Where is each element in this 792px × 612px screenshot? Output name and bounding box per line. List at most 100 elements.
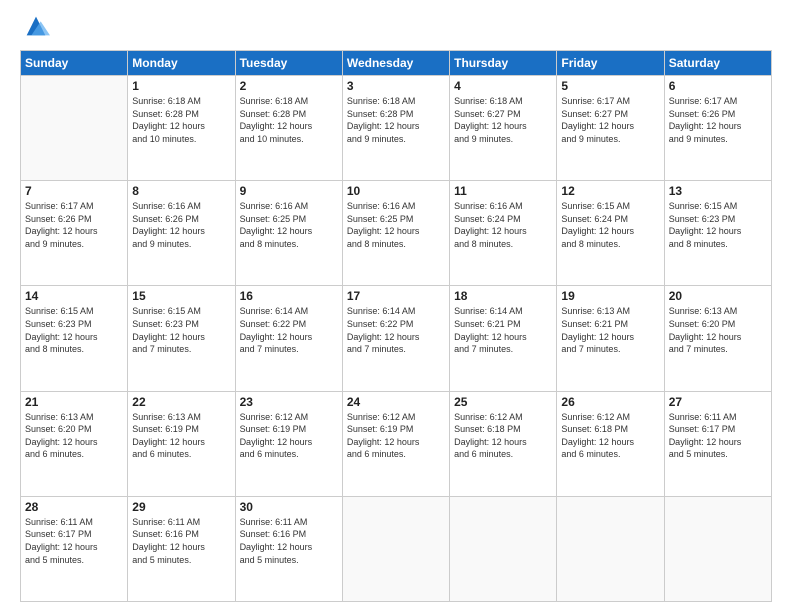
calendar-cell: 27 Sunrise: 6:11 AM Sunset: 6:17 PM Dayli… (664, 391, 771, 496)
day-number: 23 (240, 395, 338, 409)
day-info: Sunrise: 6:18 AM Sunset: 6:27 PM Dayligh… (454, 95, 552, 145)
day-number: 8 (132, 184, 230, 198)
day-info: Sunrise: 6:11 AM Sunset: 6:17 PM Dayligh… (669, 411, 767, 461)
day-info: Sunrise: 6:11 AM Sunset: 6:17 PM Dayligh… (25, 516, 123, 566)
day-info: Sunrise: 6:17 AM Sunset: 6:26 PM Dayligh… (25, 200, 123, 250)
day-info: Sunrise: 6:11 AM Sunset: 6:16 PM Dayligh… (240, 516, 338, 566)
day-number: 26 (561, 395, 659, 409)
day-info: Sunrise: 6:16 AM Sunset: 6:24 PM Dayligh… (454, 200, 552, 250)
day-number: 14 (25, 289, 123, 303)
calendar-cell (557, 496, 664, 601)
day-number: 15 (132, 289, 230, 303)
calendar-cell: 3 Sunrise: 6:18 AM Sunset: 6:28 PM Daylig… (342, 76, 449, 181)
calendar-week-0: 1 Sunrise: 6:18 AM Sunset: 6:28 PM Daylig… (21, 76, 772, 181)
weekday-row: SundayMondayTuesdayWednesdayThursdayFrid… (21, 51, 772, 76)
calendar-cell: 30 Sunrise: 6:11 AM Sunset: 6:16 PM Dayli… (235, 496, 342, 601)
calendar-cell: 5 Sunrise: 6:17 AM Sunset: 6:27 PM Daylig… (557, 76, 664, 181)
day-info: Sunrise: 6:13 AM Sunset: 6:20 PM Dayligh… (669, 305, 767, 355)
day-number: 5 (561, 79, 659, 93)
day-number: 2 (240, 79, 338, 93)
day-number: 16 (240, 289, 338, 303)
calendar-cell: 21 Sunrise: 6:13 AM Sunset: 6:20 PM Dayli… (21, 391, 128, 496)
calendar-header: SundayMondayTuesdayWednesdayThursdayFrid… (21, 51, 772, 76)
calendar-week-1: 7Sunrise: 6:17 AM Sunset: 6:26 PM Daylig… (21, 181, 772, 286)
header (20, 16, 772, 40)
calendar-cell: 28 Sunrise: 6:11 AM Sunset: 6:17 PM Dayli… (21, 496, 128, 601)
day-info: Sunrise: 6:17 AM Sunset: 6:27 PM Dayligh… (561, 95, 659, 145)
weekday-header-thursday: Thursday (450, 51, 557, 76)
calendar-cell: 7Sunrise: 6:17 AM Sunset: 6:26 PM Daylig… (21, 181, 128, 286)
day-number: 27 (669, 395, 767, 409)
day-number: 28 (25, 500, 123, 514)
calendar-cell: 15Sunrise: 6:15 AM Sunset: 6:23 PM Dayli… (128, 286, 235, 391)
day-number: 29 (132, 500, 230, 514)
day-info: Sunrise: 6:14 AM Sunset: 6:22 PM Dayligh… (347, 305, 445, 355)
calendar-cell: 29 Sunrise: 6:11 AM Sunset: 6:16 PM Dayli… (128, 496, 235, 601)
weekday-header-tuesday: Tuesday (235, 51, 342, 76)
weekday-header-wednesday: Wednesday (342, 51, 449, 76)
day-info: Sunrise: 6:18 AM Sunset: 6:28 PM Dayligh… (132, 95, 230, 145)
calendar-cell: 24Sunrise: 6:12 AM Sunset: 6:19 PM Dayli… (342, 391, 449, 496)
day-number: 13 (669, 184, 767, 198)
logo (20, 16, 50, 40)
calendar-cell: 16 Sunrise: 6:14 AM Sunset: 6:22 PM Dayli… (235, 286, 342, 391)
calendar-cell: 8 Sunrise: 6:16 AM Sunset: 6:26 PM Daylig… (128, 181, 235, 286)
day-number: 21 (25, 395, 123, 409)
calendar-cell: 2 Sunrise: 6:18 AM Sunset: 6:28 PM Daylig… (235, 76, 342, 181)
calendar-cell: 19 Sunrise: 6:13 AM Sunset: 6:21 PM Dayli… (557, 286, 664, 391)
calendar-cell (664, 496, 771, 601)
day-info: Sunrise: 6:13 AM Sunset: 6:21 PM Dayligh… (561, 305, 659, 355)
calendar-week-4: 28 Sunrise: 6:11 AM Sunset: 6:17 PM Dayli… (21, 496, 772, 601)
day-info: Sunrise: 6:12 AM Sunset: 6:18 PM Dayligh… (454, 411, 552, 461)
day-info: Sunrise: 6:16 AM Sunset: 6:26 PM Dayligh… (132, 200, 230, 250)
day-number: 17 (347, 289, 445, 303)
weekday-header-saturday: Saturday (664, 51, 771, 76)
logo-icon (22, 12, 50, 40)
day-number: 18 (454, 289, 552, 303)
weekday-header-monday: Monday (128, 51, 235, 76)
calendar-cell: 18Sunrise: 6:14 AM Sunset: 6:21 PM Dayli… (450, 286, 557, 391)
day-info: Sunrise: 6:17 AM Sunset: 6:26 PM Dayligh… (669, 95, 767, 145)
calendar-body: 1 Sunrise: 6:18 AM Sunset: 6:28 PM Daylig… (21, 76, 772, 602)
day-number: 3 (347, 79, 445, 93)
calendar-cell (342, 496, 449, 601)
day-info: Sunrise: 6:15 AM Sunset: 6:23 PM Dayligh… (669, 200, 767, 250)
day-number: 19 (561, 289, 659, 303)
day-number: 20 (669, 289, 767, 303)
day-number: 10 (347, 184, 445, 198)
calendar-cell: 17 Sunrise: 6:14 AM Sunset: 6:22 PM Dayli… (342, 286, 449, 391)
calendar-cell: 22Sunrise: 6:13 AM Sunset: 6:19 PM Dayli… (128, 391, 235, 496)
day-info: Sunrise: 6:15 AM Sunset: 6:24 PM Dayligh… (561, 200, 659, 250)
day-info: Sunrise: 6:15 AM Sunset: 6:23 PM Dayligh… (25, 305, 123, 355)
calendar-cell: 14 Sunrise: 6:15 AM Sunset: 6:23 PM Dayli… (21, 286, 128, 391)
calendar-cell: 11 Sunrise: 6:16 AM Sunset: 6:24 PM Dayli… (450, 181, 557, 286)
calendar-cell: 4Sunrise: 6:18 AM Sunset: 6:27 PM Daylig… (450, 76, 557, 181)
day-number: 25 (454, 395, 552, 409)
calendar-cell (450, 496, 557, 601)
day-number: 24 (347, 395, 445, 409)
day-info: Sunrise: 6:18 AM Sunset: 6:28 PM Dayligh… (347, 95, 445, 145)
day-info: Sunrise: 6:12 AM Sunset: 6:18 PM Dayligh… (561, 411, 659, 461)
day-number: 12 (561, 184, 659, 198)
weekday-header-friday: Friday (557, 51, 664, 76)
day-number: 22 (132, 395, 230, 409)
day-info: Sunrise: 6:14 AM Sunset: 6:22 PM Dayligh… (240, 305, 338, 355)
calendar-cell: 13 Sunrise: 6:15 AM Sunset: 6:23 PM Dayli… (664, 181, 771, 286)
day-info: Sunrise: 6:18 AM Sunset: 6:28 PM Dayligh… (240, 95, 338, 145)
day-number: 30 (240, 500, 338, 514)
calendar-week-3: 21 Sunrise: 6:13 AM Sunset: 6:20 PM Dayli… (21, 391, 772, 496)
calendar-cell: 9 Sunrise: 6:16 AM Sunset: 6:25 PM Daylig… (235, 181, 342, 286)
calendar-cell: 10Sunrise: 6:16 AM Sunset: 6:25 PM Dayli… (342, 181, 449, 286)
day-number: 9 (240, 184, 338, 198)
calendar-table: SundayMondayTuesdayWednesdayThursdayFrid… (20, 50, 772, 602)
day-number: 1 (132, 79, 230, 93)
day-number: 11 (454, 184, 552, 198)
calendar-cell: 23 Sunrise: 6:12 AM Sunset: 6:19 PM Dayli… (235, 391, 342, 496)
calendar-cell: 25 Sunrise: 6:12 AM Sunset: 6:18 PM Dayli… (450, 391, 557, 496)
day-info: Sunrise: 6:16 AM Sunset: 6:25 PM Dayligh… (240, 200, 338, 250)
page: SundayMondayTuesdayWednesdayThursdayFrid… (0, 0, 792, 612)
day-info: Sunrise: 6:12 AM Sunset: 6:19 PM Dayligh… (240, 411, 338, 461)
weekday-header-sunday: Sunday (21, 51, 128, 76)
day-info: Sunrise: 6:13 AM Sunset: 6:20 PM Dayligh… (25, 411, 123, 461)
day-info: Sunrise: 6:11 AM Sunset: 6:16 PM Dayligh… (132, 516, 230, 566)
